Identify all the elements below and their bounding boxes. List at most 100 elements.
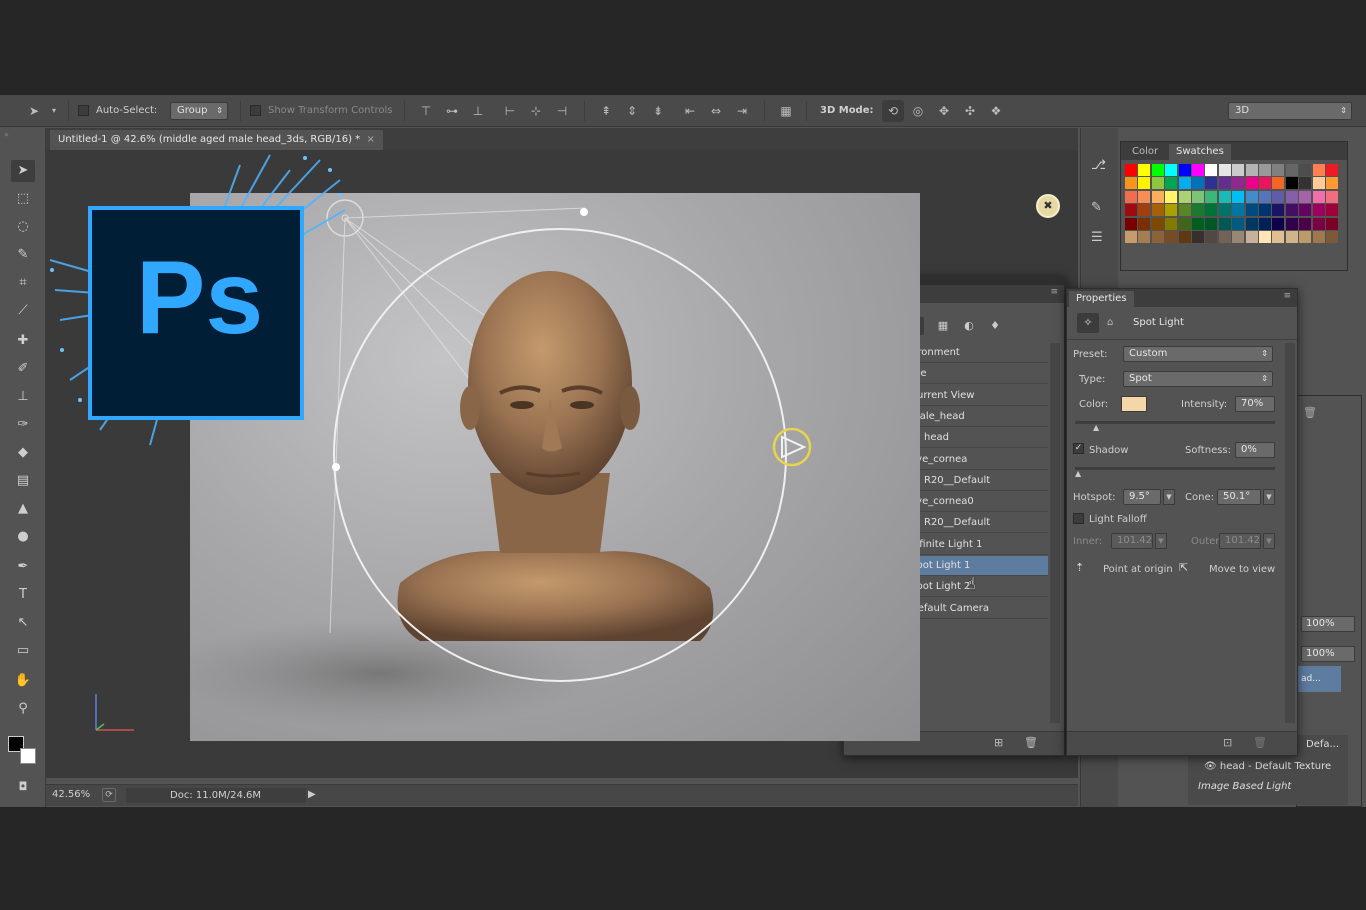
gradient-tool-icon[interactable]: ▤	[11, 470, 35, 492]
swatch[interactable]	[1218, 177, 1231, 190]
auto-select-checkbox[interactable]	[78, 105, 89, 116]
align-top-icon[interactable]: ⊤	[418, 103, 434, 119]
swatch[interactable]	[1151, 231, 1164, 243]
swatch[interactable]	[1312, 204, 1325, 217]
auto-align-icon[interactable]: ▦	[778, 103, 794, 119]
tab-properties[interactable]: Properties	[1069, 291, 1134, 307]
tab-swatches[interactable]: Swatches	[1169, 144, 1231, 160]
play-icon[interactable]: ▶	[308, 789, 316, 800]
intensity-field[interactable]: 70%	[1235, 396, 1275, 412]
share-icon[interactable]: ⟳	[102, 788, 116, 802]
swatch[interactable]	[1205, 217, 1218, 230]
distribute-hcenter-icon[interactable]: ⇔	[708, 103, 724, 119]
move-tool-icon[interactable]: ➤	[11, 160, 35, 182]
align-hcenter-icon[interactable]: ⊹	[528, 103, 544, 119]
panel-menu-icon[interactable]: ≡	[1050, 287, 1058, 297]
scale-3d-icon[interactable]: ❖	[988, 103, 1004, 119]
swatch[interactable]	[1312, 164, 1325, 176]
swatch[interactable]	[1192, 190, 1204, 203]
distribute-top-icon[interactable]: ⇞	[598, 103, 614, 119]
swatch[interactable]	[1192, 217, 1204, 230]
swatch[interactable]	[1138, 231, 1151, 243]
adjustments-icon[interactable]: ☰	[1091, 230, 1103, 245]
eraser-tool-icon[interactable]: ◆	[11, 442, 35, 464]
swatch[interactable]	[1272, 177, 1285, 190]
swatch[interactable]	[1178, 217, 1191, 230]
swatch[interactable]	[1285, 177, 1298, 190]
swatch[interactable]	[1259, 231, 1271, 243]
point-at-origin-button[interactable]: Point at origin	[1103, 564, 1173, 575]
swatch[interactable]	[1151, 190, 1164, 203]
show-transform-checkbox[interactable]	[250, 105, 261, 116]
swatch[interactable]	[1205, 164, 1218, 176]
chevron-down-icon[interactable]: ▾	[46, 103, 62, 119]
spot-light-icon[interactable]: ✧	[1077, 313, 1099, 333]
swatch[interactable]	[1218, 217, 1231, 230]
swatch[interactable]	[1205, 231, 1218, 243]
swatch[interactable]	[1125, 204, 1137, 217]
swatch[interactable]	[1326, 217, 1338, 230]
point-at-origin-icon[interactable]: ⇡	[1075, 561, 1084, 574]
type-tool-icon[interactable]: T	[11, 584, 35, 606]
swatch[interactable]	[1205, 177, 1218, 190]
light-widget-icon[interactable]: ✖	[1036, 194, 1060, 218]
trash-icon[interactable]: 🗑	[1303, 406, 1317, 419]
doc-size-info[interactable]: Doc: 11.0M/24.6M	[126, 788, 306, 803]
chevron-down-icon[interactable]: ▼	[1163, 489, 1175, 505]
swatch[interactable]	[1165, 217, 1178, 230]
eyedropper-tool-icon[interactable]: ⟋	[11, 300, 35, 322]
intensity-slider-track[interactable]	[1075, 421, 1275, 424]
outer-field[interactable]: 101.42	[1219, 533, 1261, 549]
swatch[interactable]	[1272, 164, 1285, 176]
swatch[interactable]	[1232, 217, 1245, 230]
swatch[interactable]	[1259, 164, 1271, 176]
swatch[interactable]	[1218, 164, 1231, 176]
swatch[interactable]	[1218, 231, 1231, 243]
swatch[interactable]	[1138, 177, 1151, 190]
workspace-dropdown[interactable]: 3D ⇕	[1228, 102, 1352, 120]
swatch[interactable]	[1245, 231, 1258, 243]
materials-filter-icon[interactable]: ◐	[960, 317, 978, 335]
swatch[interactable]	[1178, 190, 1191, 203]
preset-dropdown[interactable]: Custom ⇕	[1123, 346, 1273, 362]
swatch[interactable]	[1205, 190, 1218, 203]
softness-field[interactable]: 0%	[1235, 442, 1275, 458]
swatch[interactable]	[1259, 190, 1271, 203]
swatch[interactable]	[1232, 190, 1245, 203]
swatch[interactable]	[1272, 231, 1285, 243]
hotspot-field[interactable]: 9.5°	[1123, 489, 1161, 505]
new-light-icon[interactable]: ⊞	[994, 736, 1003, 749]
swatch[interactable]	[1272, 204, 1285, 217]
swatch[interactable]	[1151, 217, 1164, 230]
layer-item-defa[interactable]: Defa...	[1306, 739, 1339, 750]
swatch[interactable]	[1151, 177, 1164, 190]
align-vcenter-icon[interactable]: ⊶	[444, 103, 460, 119]
swatch[interactable]	[1165, 204, 1178, 217]
distribute-left-icon[interactable]: ⇤	[682, 103, 698, 119]
selected-item-partial[interactable]: ad...	[1297, 666, 1341, 692]
gizmo-handle-top[interactable]	[580, 208, 588, 216]
quick-select-tool-icon[interactable]: ✎	[11, 244, 35, 266]
swatch[interactable]	[1299, 204, 1312, 217]
chevron-down-icon[interactable]: ▼	[1155, 533, 1167, 549]
swatch[interactable]	[1192, 164, 1204, 176]
swatch[interactable]	[1326, 231, 1338, 243]
type-dropdown[interactable]: Spot ⇕	[1123, 371, 1273, 387]
swatch[interactable]	[1232, 204, 1245, 217]
swatch[interactable]	[1138, 190, 1151, 203]
swatch[interactable]	[1232, 164, 1245, 176]
marquee-tool-icon[interactable]: ⬚	[11, 188, 35, 210]
swatch[interactable]	[1259, 217, 1271, 230]
swatch[interactable]	[1218, 190, 1231, 203]
opacity-field-2[interactable]: 100%	[1301, 646, 1355, 662]
chevron-down-icon[interactable]: ▼	[1263, 533, 1275, 549]
auto-select-target-dropdown[interactable]: Group ⇕	[170, 102, 228, 120]
3d-panel-scrollbar[interactable]	[1050, 343, 1060, 723]
move-to-view-button[interactable]: Move to view	[1209, 564, 1275, 575]
3d-axis-gizmo[interactable]	[90, 690, 140, 734]
shadow-checkbox[interactable]: ✓	[1073, 443, 1084, 454]
swatch[interactable]	[1192, 231, 1204, 243]
swatch[interactable]	[1285, 190, 1298, 203]
shape-tool-icon[interactable]: ▭	[11, 640, 35, 662]
drag-3d-icon[interactable]: ✥	[936, 103, 952, 119]
